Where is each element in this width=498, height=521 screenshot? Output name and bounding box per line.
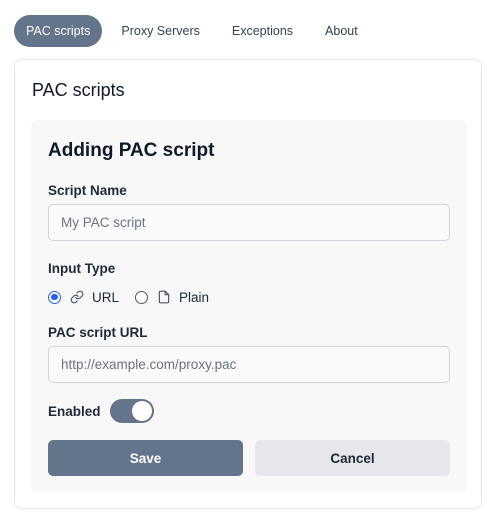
- enabled-toggle[interactable]: [110, 399, 154, 423]
- card-title: PAC scripts: [32, 80, 125, 100]
- add-pac-script-form: Adding PAC script Script Name Input Type…: [31, 120, 467, 492]
- enabled-label: Enabled: [48, 404, 101, 419]
- tab-about[interactable]: About: [312, 15, 371, 47]
- tab-bar: PAC scripts Proxy Servers Exceptions Abo…: [14, 15, 377, 47]
- options-page: PAC scripts Proxy Servers Exceptions Abo…: [0, 0, 498, 521]
- input-type-plain-radio[interactable]: [135, 290, 149, 304]
- input-type-radio-group: URL Plain: [48, 288, 209, 306]
- pac-url-label: PAC script URL: [48, 325, 148, 340]
- link-icon: [70, 290, 84, 304]
- input-type-label: Input Type: [48, 261, 116, 276]
- form-title: Adding PAC script: [48, 140, 215, 161]
- toggle-knob: [132, 401, 152, 421]
- file-icon: [157, 290, 171, 304]
- input-type-url-label: URL: [92, 289, 120, 305]
- tab-exceptions[interactable]: Exceptions: [219, 15, 306, 47]
- pac-scripts-card: PAC scripts Adding PAC script Script Nam…: [14, 59, 482, 509]
- input-type-plain-label: Plain: [179, 289, 210, 305]
- script-name-input[interactable]: [48, 204, 450, 241]
- tab-proxy-servers[interactable]: Proxy Servers: [108, 15, 213, 47]
- script-name-label: Script Name: [48, 183, 127, 198]
- cancel-button[interactable]: Cancel: [255, 440, 450, 476]
- pac-url-input[interactable]: [48, 346, 450, 383]
- save-button[interactable]: Save: [48, 440, 243, 476]
- tab-pac-scripts[interactable]: PAC scripts: [14, 15, 103, 47]
- input-type-url-radio[interactable]: [48, 290, 61, 304]
